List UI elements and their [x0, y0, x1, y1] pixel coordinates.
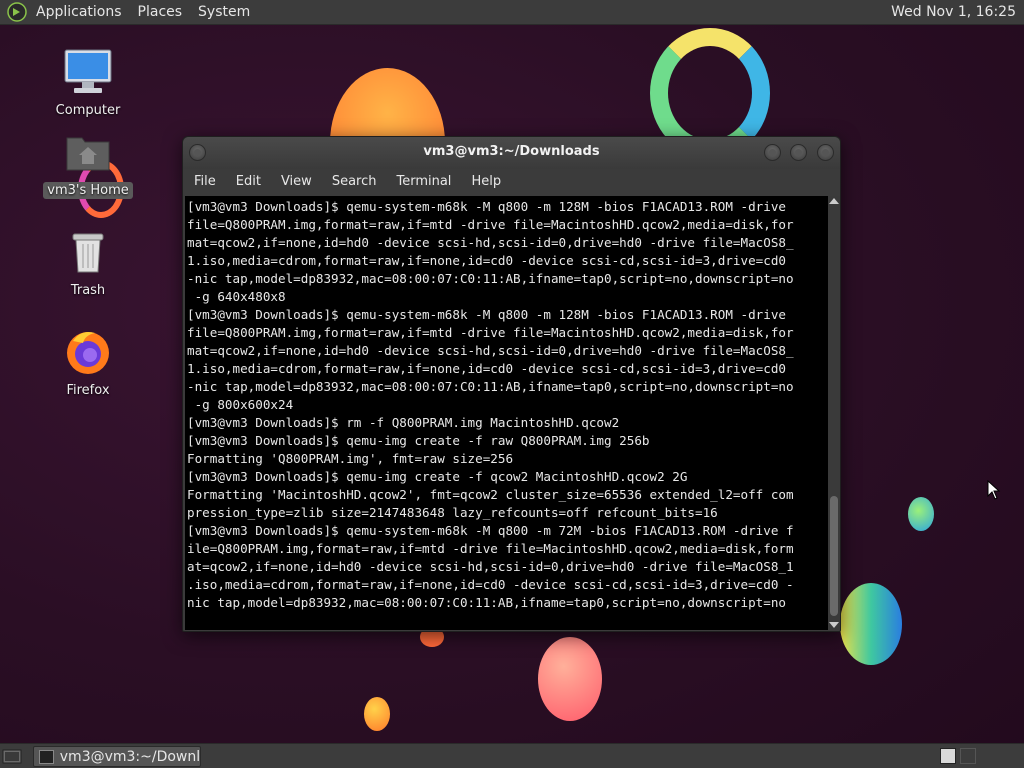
terminal-line: at=qcow2,if=none,id=hd0 -device scsi-hd,…: [187, 559, 794, 574]
top-panel: Applications Places System Wed Nov 1, 16…: [0, 0, 1024, 25]
maximize-button[interactable]: [790, 144, 807, 161]
desktop-icon-trash[interactable]: Trash: [43, 224, 133, 299]
wallpaper-green-dot: [908, 497, 934, 531]
mate-logo-icon[interactable]: [6, 1, 28, 23]
terminal-line: Formatting 'Q800PRAM.img', fmt=raw size=…: [187, 451, 514, 466]
terminal-line: -nic tap,model=dp83932,mac=08:00:07:C0:1…: [187, 379, 794, 394]
close-button[interactable]: [817, 144, 834, 161]
terminal-output[interactable]: [vm3@vm3 Downloads]$ qemu-system-m68k -M…: [185, 196, 828, 630]
desktop-icon-label: Trash: [70, 283, 106, 298]
workspace-1-button[interactable]: [940, 748, 956, 764]
terminal-line: -g 800x600x24: [187, 397, 294, 412]
taskbar-button-label: vm3@vm3:~/Downl...: [59, 748, 200, 765]
terminal-line: nic tap,model=dp83932,mac=08:00:07:C0:11…: [187, 595, 786, 610]
desktop-icon-label: Computer: [55, 103, 121, 118]
terminal-icon: [39, 749, 54, 764]
trash-icon: [60, 224, 116, 280]
terminal-line: -nic tap,model=dp83932,mac=08:00:07:C0:1…: [187, 271, 794, 286]
terminal-line: file=Q800PRAM.img,format=raw,if=mtd -dri…: [187, 325, 794, 340]
desktop-icon-label: Firefox: [66, 383, 110, 398]
terminal-line: mat=qcow2,if=none,id=hd0 -device scsi-hd…: [187, 235, 794, 250]
applications-menu[interactable]: Applications: [28, 0, 130, 25]
clock[interactable]: Wed Nov 1, 16:25: [887, 0, 1020, 25]
menu-help[interactable]: Help: [461, 169, 511, 195]
desktop-icon-computer[interactable]: Computer: [43, 44, 133, 119]
terminal-line: 1.iso,media=cdrom,format=raw,if=none,id=…: [187, 253, 786, 268]
terminal-line: [vm3@vm3 Downloads]$ qemu-system-m68k -M…: [187, 199, 786, 214]
desktop-icon-firefox[interactable]: Firefox: [43, 324, 133, 399]
terminal-window[interactable]: vm3@vm3:~/Downloads File Edit View Searc…: [182, 136, 841, 632]
wallpaper-pink-blob: [538, 637, 602, 721]
menu-terminal[interactable]: Terminal: [386, 169, 461, 195]
terminal-line: Formatting 'MacintoshHD.qcow2', fmt=qcow…: [187, 487, 794, 502]
workspace-2-button[interactable]: [960, 748, 976, 764]
terminal-menubar: File Edit View Search Terminal Help: [183, 169, 840, 195]
menu-edit[interactable]: Edit: [226, 169, 271, 195]
terminal-line: -g 640x480x8: [187, 289, 286, 304]
terminal-line: ile=Q800PRAM.img,format=raw,if=mtd -driv…: [187, 541, 794, 556]
wallpaper-yellow-dot: [364, 697, 390, 731]
home-folder-icon: [60, 124, 116, 180]
terminal-line: pression_type=zlib size=2147483648 lazy_…: [187, 505, 718, 520]
scrollbar-thumb[interactable]: [830, 496, 838, 616]
mouse-cursor-icon: [987, 480, 1001, 500]
minimize-button[interactable]: [764, 144, 781, 161]
scroll-up-arrow-icon[interactable]: [829, 198, 839, 204]
system-menu[interactable]: System: [190, 0, 258, 25]
terminal-line: .iso,media=cdrom,format=raw,if=none,id=c…: [187, 577, 794, 592]
terminal-line: [vm3@vm3 Downloads]$ qemu-img create -f …: [187, 469, 688, 484]
window-titlebar[interactable]: vm3@vm3:~/Downloads: [183, 137, 840, 169]
terminal-scrollbar[interactable]: [828, 196, 840, 630]
desktop-icon-label: vm3's Home: [43, 182, 133, 199]
terminal-line: [vm3@vm3 Downloads]$ rm -f Q800PRAM.img …: [187, 415, 620, 430]
terminal-line: [vm3@vm3 Downloads]$ qemu-system-m68k -M…: [187, 523, 794, 538]
terminal-line: [vm3@vm3 Downloads]$ qemu-system-m68k -M…: [187, 307, 786, 322]
menu-view[interactable]: View: [271, 169, 322, 195]
firefox-icon: [60, 324, 116, 380]
scroll-down-arrow-icon[interactable]: [829, 622, 839, 628]
window-title: vm3@vm3:~/Downloads: [423, 144, 600, 159]
terminal-line: file=Q800PRAM.img,format=raw,if=mtd -dri…: [187, 217, 794, 232]
menu-file[interactable]: File: [183, 169, 226, 195]
terminal-line: 1.iso,media=cdrom,format=raw,if=none,id=…: [187, 361, 786, 376]
show-desktop-icon[interactable]: [2, 747, 22, 765]
taskbar-terminal-button[interactable]: vm3@vm3:~/Downl...: [33, 746, 201, 767]
menu-search[interactable]: Search: [322, 169, 387, 195]
computer-icon: [60, 44, 116, 100]
places-menu[interactable]: Places: [130, 0, 191, 25]
desktop-icon-home[interactable]: vm3's Home: [43, 124, 133, 199]
bottom-panel: vm3@vm3:~/Downl...: [0, 743, 1024, 768]
terminal-line: mat=qcow2,if=none,id=hd0 -device scsi-hd…: [187, 343, 794, 358]
wallpaper-blue-blob: [840, 583, 902, 665]
terminal-line: [vm3@vm3 Downloads]$ qemu-img create -f …: [187, 433, 650, 448]
